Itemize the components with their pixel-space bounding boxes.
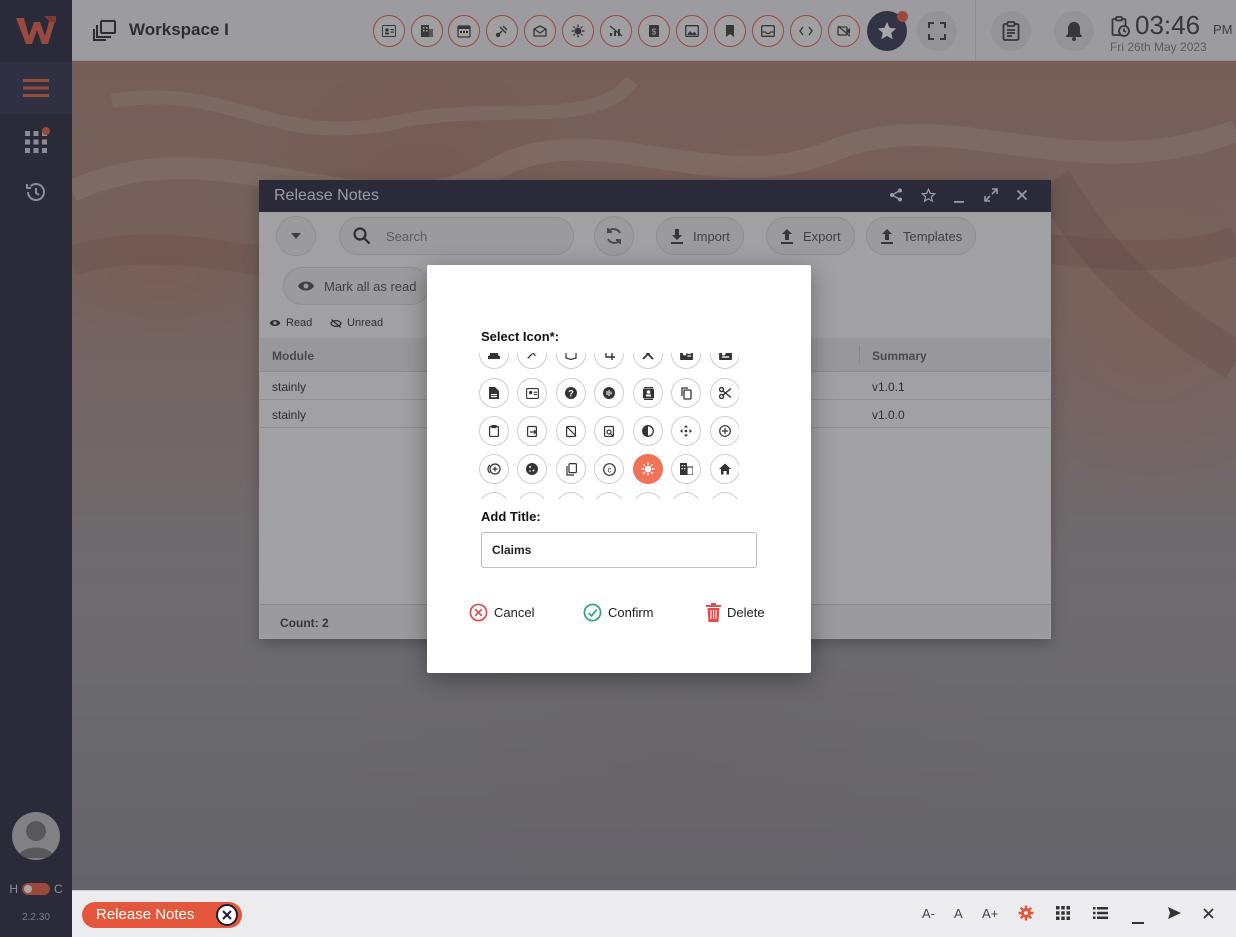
file-icon[interactable] — [479, 378, 509, 408]
minimize-all-icon[interactable] — [1132, 912, 1144, 927]
confirm-button[interactable]: Confirm — [583, 603, 654, 622]
settings-gear-icon[interactable] — [1018, 905, 1034, 924]
send-icon[interactable] — [1168, 907, 1181, 922]
font-decrease-button[interactable]: A- — [922, 906, 935, 921]
icon-option[interactable] — [710, 492, 739, 499]
icon-option[interactable] — [594, 492, 624, 499]
title-input[interactable] — [481, 532, 757, 568]
delete-label: Delete — [727, 605, 765, 620]
icon-option[interactable] — [633, 492, 663, 499]
grid-view-icon[interactable] — [1056, 906, 1070, 923]
help-icon[interactable]: ? — [556, 378, 586, 408]
clipboard-search-icon[interactable] — [594, 416, 624, 446]
cancel-label: Cancel — [494, 605, 535, 620]
confirm-label: Confirm — [608, 605, 654, 620]
delete-button[interactable]: Delete — [706, 603, 765, 622]
cancel-circle-icon — [469, 603, 488, 622]
clipboard-off-icon[interactable] — [556, 416, 586, 446]
svg-text:c: c — [607, 465, 611, 474]
list-view-icon[interactable] — [1093, 907, 1108, 922]
font-reset-button[interactable]: A — [954, 906, 963, 921]
select-icon-label: Select Icon*: — [481, 329, 560, 344]
copy-icon[interactable] — [671, 378, 701, 408]
virus-icon-selected[interactable] — [633, 454, 663, 484]
copyright-icon[interactable]: c — [594, 454, 624, 484]
id-card-icon[interactable] — [671, 353, 701, 369]
taskbar-tab-close-icon[interactable] — [216, 904, 238, 926]
clipboard-arrow-icon[interactable] — [517, 416, 547, 446]
contact-card-icon[interactable] — [517, 378, 547, 408]
trash-icon — [706, 603, 721, 622]
move-icon[interactable] — [671, 416, 701, 446]
tools-icon[interactable] — [633, 353, 663, 369]
close-all-icon[interactable] — [1203, 907, 1214, 922]
scissors-icon[interactable] — [710, 378, 739, 408]
add-circle-icon[interactable] — [710, 416, 739, 446]
icon-option[interactable] — [517, 492, 547, 499]
icon-option[interactable] — [556, 492, 586, 499]
audio-icon[interactable] — [594, 378, 624, 408]
home-icon[interactable] — [710, 454, 739, 484]
clipboard-icon[interactable] — [479, 416, 509, 446]
contacts-icon[interactable] — [633, 378, 663, 408]
duplicate-icon[interactable] — [556, 454, 586, 484]
badge-icon[interactable] — [710, 353, 739, 369]
check-circle-icon — [583, 603, 602, 622]
svg-text:?: ? — [568, 388, 574, 398]
contrast-icon[interactable] — [633, 416, 663, 446]
crop-icon[interactable] — [594, 353, 624, 369]
icon-option[interactable] — [479, 492, 509, 499]
book-icon[interactable] — [556, 353, 586, 369]
control-point-duplicate-icon[interactable] — [479, 454, 509, 484]
taskbar: Release Notes A- A A+ — [72, 890, 1236, 937]
corporate-icon[interactable] — [671, 454, 701, 484]
cancel-button[interactable]: Cancel — [469, 603, 534, 622]
font-increase-button[interactable]: A+ — [982, 906, 998, 921]
taskbar-tab-release-notes[interactable]: Release Notes — [82, 902, 242, 928]
taskbar-tab-label: Release Notes — [96, 906, 195, 923]
icon-option[interactable] — [671, 492, 701, 499]
icon-picker-grid[interactable]: ? c — [479, 353, 739, 499]
ticket-icon[interactable] — [479, 353, 509, 369]
add-title-label: Add Title: — [481, 509, 541, 524]
satellite-icon[interactable] — [517, 353, 547, 369]
edit-shortcut-dialog: Select Icon*: ? c Add Title: Claims Canc… — [427, 265, 811, 673]
cookie-icon[interactable] — [517, 454, 547, 484]
